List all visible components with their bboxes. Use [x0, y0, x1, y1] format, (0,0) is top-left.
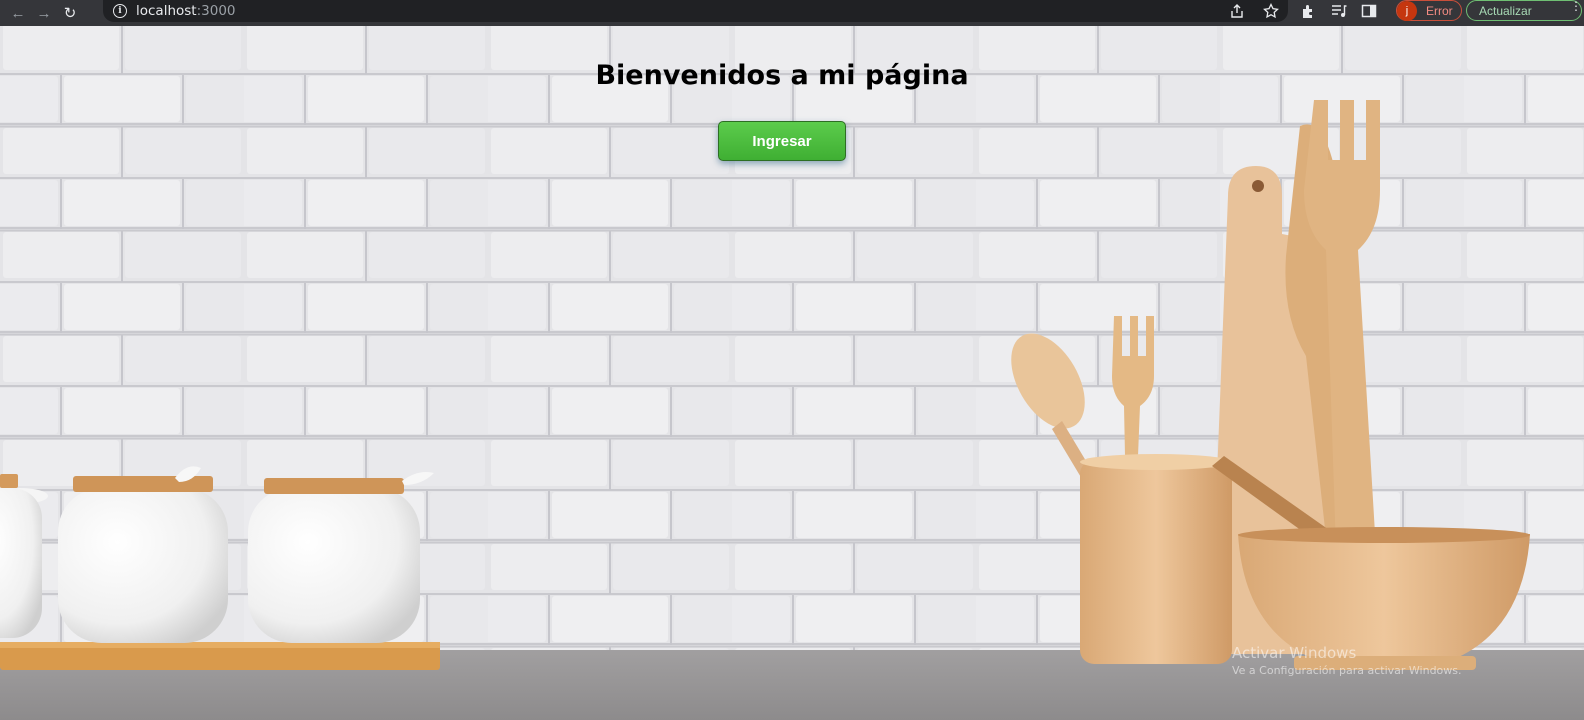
reload-icon[interactable]: ↻: [57, 0, 83, 26]
profile-status-label: Error: [1426, 3, 1453, 18]
share-icon[interactable]: [1228, 2, 1246, 20]
forward-icon[interactable]: →: [31, 0, 57, 26]
update-button[interactable]: Actualizar ⋮: [1466, 0, 1582, 21]
avatar: j: [1397, 0, 1417, 21]
update-label: Actualizar: [1479, 3, 1532, 18]
ingresar-button[interactable]: Ingresar: [718, 121, 846, 161]
info-icon[interactable]: i: [113, 4, 127, 18]
profile-error-button[interactable]: j Error: [1396, 0, 1462, 21]
url-port: :3000: [196, 3, 236, 19]
star-icon[interactable]: [1262, 2, 1280, 20]
address-bar[interactable]: i localhost:3000: [103, 0, 1288, 22]
back-icon[interactable]: ←: [5, 0, 31, 26]
watermark-title: Activar Windows: [1232, 644, 1357, 662]
media-icon[interactable]: [1330, 2, 1348, 20]
watermark-subtitle: Ve a Configuración para activar Windows.: [1232, 664, 1462, 677]
windows-activation-watermark: Activar Windows Ve a Configuración para …: [1232, 644, 1462, 677]
side-panel-icon[interactable]: [1360, 2, 1378, 20]
url-host: localhost: [136, 3, 197, 19]
url-text[interactable]: localhost:3000: [136, 3, 236, 19]
browser-toolbar: ← → ↻ i localhost:3000 j Error Actualiza…: [0, 0, 1584, 26]
page-viewport: Bienvenidos a mi página Ingresar Activar…: [0, 26, 1584, 720]
extensions-icon[interactable]: [1300, 2, 1318, 20]
page-title: Bienvenidos a mi página: [595, 60, 969, 91]
menu-icon[interactable]: ⋮: [1570, 0, 1582, 12]
